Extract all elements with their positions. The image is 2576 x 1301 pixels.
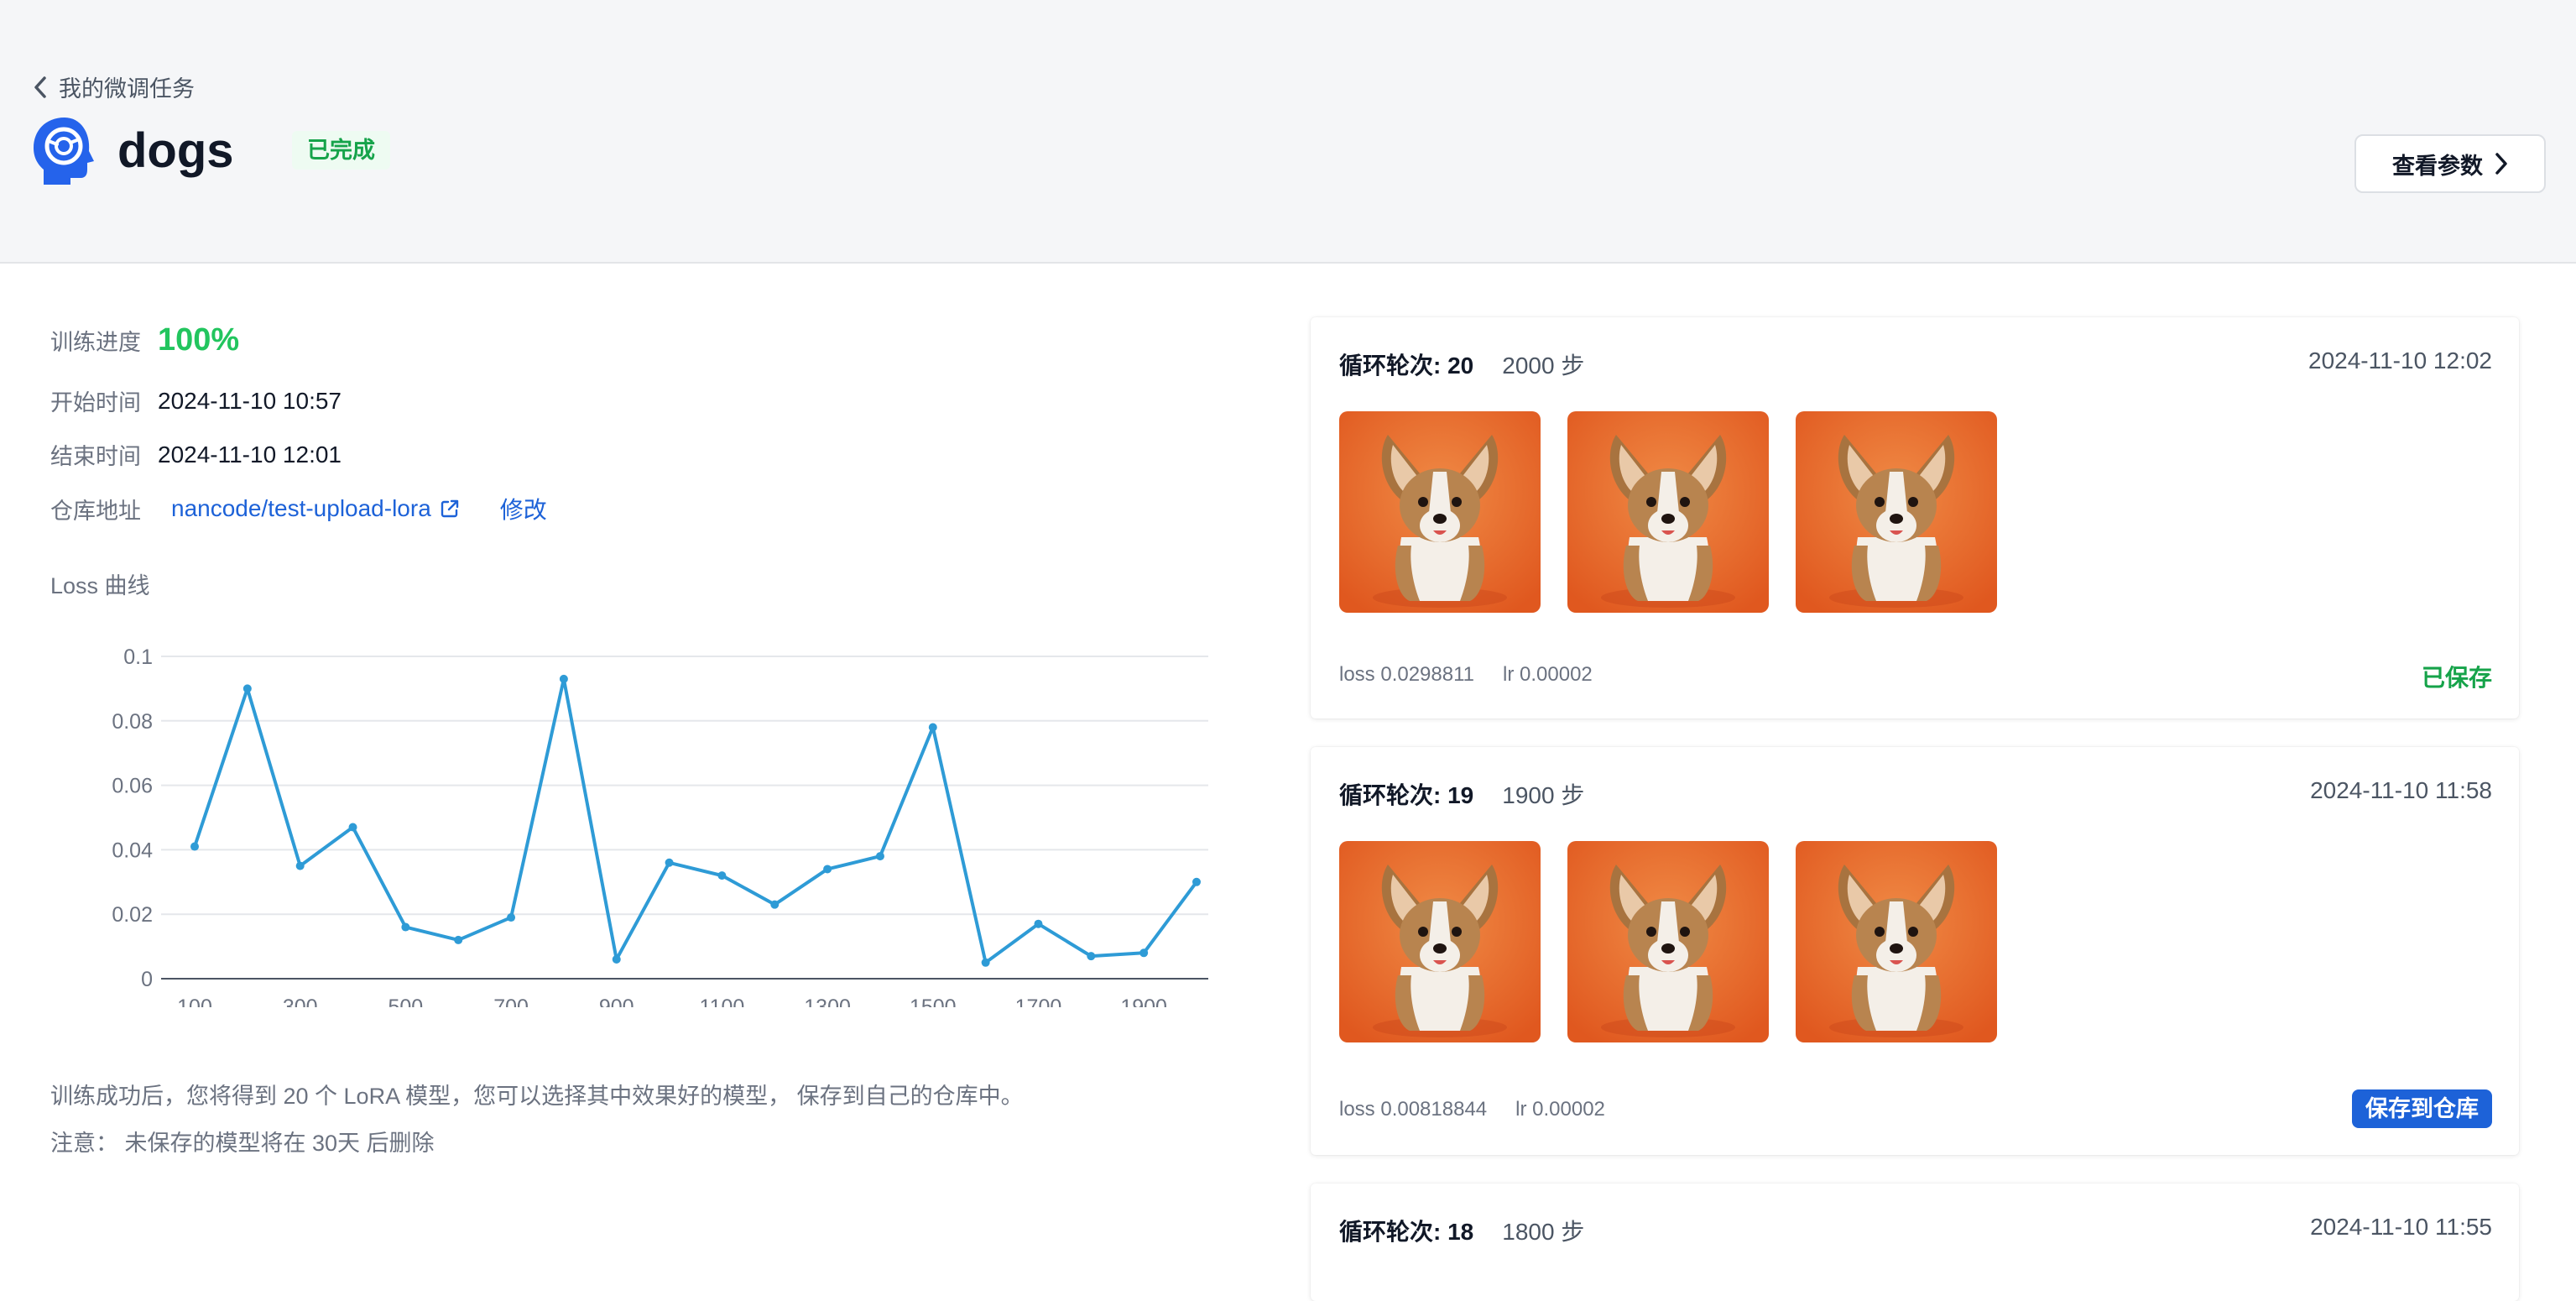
progress-row: 训练进度 100% — [50, 322, 239, 358]
checkpoint-card: 循环轮次: 20 2000 步 2024-11-10 12:02 loss 0.… — [1311, 317, 2519, 718]
sample-image[interactable] — [1339, 411, 1541, 613]
status-badge: 已完成 — [292, 131, 390, 170]
end-time-row: 结束时间 2024-11-10 12:01 — [50, 438, 342, 471]
view-params-label: 查看参数 — [2392, 153, 2483, 179]
x-tick-label: 700 — [493, 995, 529, 1007]
page-title: dogs — [117, 123, 234, 178]
loss-point — [1192, 877, 1201, 886]
y-tick-label: 0.06 — [112, 775, 153, 798]
chevron-right-icon — [2495, 153, 2507, 175]
checkpoint-card: 循环轮次: 18 1800 步 2024-11-10 11:55 — [1311, 1183, 2519, 1301]
x-tick-label: 500 — [388, 995, 424, 1007]
repo-label: 仓库地址 — [50, 498, 141, 524]
checkpoint-loss: loss 0.0298811 — [1339, 663, 1475, 686]
x-tick-label: 100 — [177, 995, 212, 1007]
y-tick-label: 0.04 — [112, 839, 153, 862]
external-link-icon — [441, 499, 458, 518]
dog-photo — [1796, 411, 1997, 613]
progress-label: 训练进度 — [50, 330, 141, 355]
loss-point — [665, 858, 674, 867]
checkpoint-loss: loss 0.00818844 — [1339, 1098, 1488, 1121]
repo-link[interactable]: nancode/test-upload-lora — [171, 495, 460, 522]
checkpoint-steps: 1800 步 — [1502, 1219, 1585, 1245]
back-link-label: 我的微调任务 — [59, 76, 195, 102]
deletion-note: 注意： 未保存的模型将在 30天 后删除 — [50, 1131, 435, 1156]
loss-point — [875, 852, 884, 861]
checkpoint-epoch: 循环轮次: 19 — [1339, 782, 1474, 808]
sample-image[interactable] — [1567, 411, 1769, 613]
loss-chart-title: Loss 曲线 — [50, 573, 150, 598]
loss-point — [559, 674, 568, 683]
start-time-value: 2024-11-10 10:57 — [158, 387, 342, 414]
x-tick-label: 900 — [599, 995, 634, 1007]
loss-point — [717, 871, 727, 880]
repo-link-text: nancode/test-upload-lora — [171, 495, 431, 521]
back-link[interactable]: 我的微调任务 — [34, 71, 195, 103]
loss-point — [507, 913, 516, 922]
start-time-label: 开始时间 — [50, 390, 141, 415]
checkpoint-time: 2024-11-10 11:55 — [2310, 1214, 2492, 1240]
sample-image[interactable] — [1567, 841, 1769, 1042]
dog-photo — [1567, 411, 1769, 613]
checkpoint-lr: lr 0.00002 — [1503, 663, 1593, 686]
checkpoint-steps: 1900 步 — [1502, 782, 1585, 808]
loss-point — [770, 900, 780, 909]
checkpoint-card: 循环轮次: 19 1900 步 2024-11-10 11:58 loss 0.… — [1311, 747, 2519, 1155]
loss-chart: 0 0.02 0.04 0.06 0.08 0.1 100 300 500 700 900 1100 1… — [112, 645, 1208, 1007]
loss-point — [1034, 919, 1043, 928]
sample-images — [1339, 841, 1997, 1042]
loss-point — [612, 954, 621, 964]
y-tick-label: 0.1 — [123, 645, 153, 669]
save-to-repo-button[interactable]: 保存到仓库 — [2352, 1089, 2492, 1128]
edit-repo-link[interactable]: 修改 — [500, 492, 547, 525]
saved-status: 已保存 — [2421, 665, 2492, 691]
checkpoint-steps: 2000 步 — [1502, 353, 1585, 379]
model-logo-icon — [34, 118, 94, 185]
x-tick-label: 1500 — [910, 995, 957, 1007]
x-tick-label: 1900 — [1120, 995, 1167, 1007]
loss-point — [348, 823, 357, 832]
repo-row: 仓库地址 nancode/test-upload-lora 修改 — [50, 492, 547, 525]
checkpoint-epoch: 循环轮次: 20 — [1339, 353, 1474, 379]
chevron-left-icon — [34, 76, 46, 98]
checkpoint-epoch: 循环轮次: 18 — [1339, 1219, 1474, 1245]
loss-point — [928, 723, 937, 732]
end-time-value: 2024-11-10 12:01 — [158, 441, 342, 468]
checkpoint-time: 2024-11-10 11:58 — [2310, 777, 2492, 803]
sample-image[interactable] — [1339, 841, 1541, 1042]
x-tick-label: 1300 — [804, 995, 851, 1007]
dog-photo — [1339, 411, 1541, 613]
loss-point — [242, 684, 252, 693]
sample-image[interactable] — [1796, 411, 1997, 613]
loss-point — [1139, 948, 1149, 958]
end-time-label: 结束时间 — [50, 444, 141, 469]
dog-photo — [1796, 841, 1997, 1042]
dog-photo — [1339, 841, 1541, 1042]
loss-point — [295, 861, 305, 870]
sample-image[interactable] — [1796, 841, 1997, 1042]
page-header: 我的微调任务 dogs 已完成 查看参数 — [0, 0, 2576, 264]
loss-point — [401, 922, 410, 932]
checkpoint-time: 2024-11-10 12:02 — [2308, 347, 2492, 374]
progress-value: 100% — [158, 322, 240, 358]
training-note: 训练成功后，您将得到 20 个 LoRA 模型，您可以选择其中效果好的模型， 保… — [50, 1084, 1024, 1109]
x-tick-label: 1100 — [700, 995, 745, 1007]
x-tick-label: 300 — [283, 995, 318, 1007]
x-tick-label: 1700 — [1015, 995, 1062, 1007]
loss-point — [190, 842, 199, 851]
dog-photo — [1567, 841, 1769, 1042]
checkpoint-lr: lr 0.00002 — [1515, 1098, 1605, 1121]
loss-point — [823, 865, 832, 874]
sample-images — [1339, 411, 1997, 613]
loss-point — [981, 958, 990, 967]
y-tick-label: 0 — [141, 968, 153, 991]
loss-point — [454, 935, 463, 944]
view-params-button[interactable]: 查看参数 — [2354, 134, 2546, 193]
start-time-row: 开始时间 2024-11-10 10:57 — [50, 384, 342, 417]
y-tick-label: 0.08 — [112, 710, 153, 734]
y-tick-label: 0.02 — [112, 903, 153, 927]
loss-point — [1087, 952, 1096, 961]
